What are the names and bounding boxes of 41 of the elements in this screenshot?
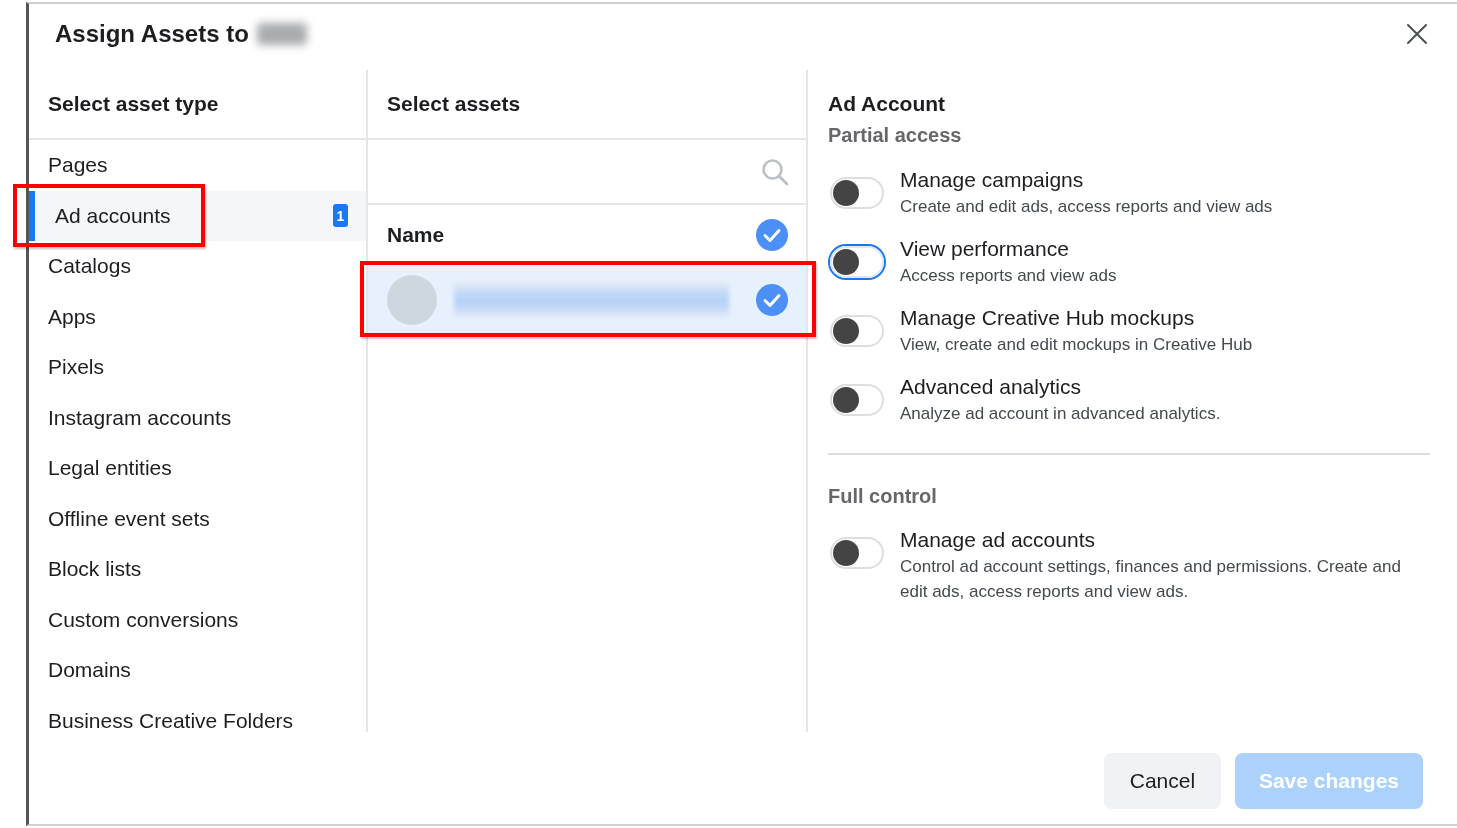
asset-type-item[interactable]: Apps	[48, 304, 96, 329]
close-icon	[1405, 22, 1429, 46]
permission-title: Manage campaigns	[900, 167, 1085, 193]
select-all-check-icon[interactable]	[756, 218, 788, 251]
cancel-button[interactable]: Cancel	[1103, 753, 1221, 809]
asset-type-item[interactable]: Pixels	[48, 355, 105, 380]
asset-type-label: Ad accounts	[55, 203, 171, 228]
permission-title: View performance	[900, 236, 1070, 262]
toggle-switch[interactable]	[830, 537, 884, 569]
permission-description: Access reports and view ads	[900, 265, 1117, 287]
asset-type-item[interactable]: Catalogs	[48, 254, 131, 279]
count-badge: 1	[333, 204, 348, 228]
asset-type-item[interactable]: Custom conversions	[48, 607, 239, 632]
toggle-switch[interactable]	[830, 315, 884, 347]
toggle-switch[interactable]	[830, 177, 884, 209]
asset-type-item[interactable]: Pages	[48, 153, 108, 178]
asset-type-item[interactable]: Business Creative Folders	[48, 708, 294, 733]
toggle-switch[interactable]	[830, 384, 884, 416]
permission-title: Advanced analytics	[900, 374, 1082, 400]
permission-description: Analyze ad account in advanced analytics.	[900, 403, 1221, 425]
close-button[interactable]	[1405, 22, 1429, 46]
permission-description: Create and edit ads, access reports and view ads	[900, 196, 1273, 218]
asset-type-item[interactable]: Block lists	[48, 557, 142, 582]
asset-type-item[interactable]: Instagram accounts	[48, 405, 232, 430]
group-label: Full control	[828, 484, 938, 509]
asset-type-item[interactable]: Legal entities	[48, 456, 172, 481]
check-icon[interactable]	[756, 283, 788, 316]
asset-type-item[interactable]: Offline event sets	[48, 506, 210, 531]
permission-description: View, create and edit mockups in Creative Hub	[900, 334, 1253, 356]
column-heading: Select asset type	[29, 70, 366, 140]
permission-title: Manage Creative Hub mockups	[900, 305, 1196, 331]
search-icon	[761, 157, 789, 186]
group-label: Partial access	[828, 123, 963, 148]
dialog-title: Assign Assets to	[55, 20, 249, 48]
permission-title: Manage ad accounts	[900, 527, 1096, 553]
asset-type-item[interactable]: Domains	[48, 658, 131, 683]
permission-description: Control ad account settings, finances and permissions. Create and edit ads, access reports and view ads.	[900, 556, 1402, 603]
column-header: Name	[387, 222, 445, 247]
column-heading: Select assets	[368, 70, 806, 140]
avatar-placeholder	[387, 274, 437, 325]
section-title: Ad Account	[828, 91, 947, 117]
